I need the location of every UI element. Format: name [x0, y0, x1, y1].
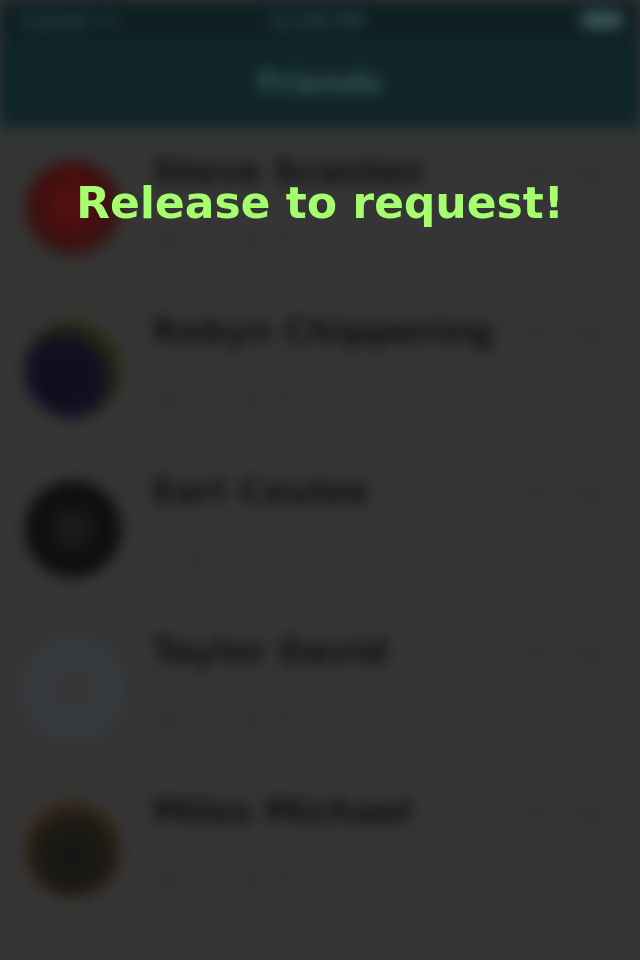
- avatar: [24, 320, 122, 418]
- contact-subtitle: Send a request: [152, 226, 304, 250]
- status-time: 12:00 PM: [270, 9, 364, 33]
- battery-icon: [582, 12, 622, 28]
- status-carrier: Carrier ••: [22, 9, 121, 33]
- blurred-background-app: Carrier •• 12:00 PM Friends Steve Scanlo…: [0, 0, 640, 960]
- contact-list[interactable]: Steve Scanlon 2 days ago Send a request …: [0, 128, 640, 928]
- avatar: [24, 480, 122, 578]
- list-item[interactable]: Taylor David 5 days ago Send a request: [0, 608, 640, 768]
- list-item[interactable]: Miles Michael 6 days ago Send a request: [0, 768, 640, 928]
- contact-subtitle: Send a request: [152, 706, 304, 730]
- avatar: [24, 640, 122, 738]
- contact-time: 6 days ago: [500, 798, 610, 822]
- pull-release-message: Release to request!: [76, 178, 564, 229]
- list-item[interactable]: Earl Coulee 4 days ago 1 request: [0, 448, 640, 608]
- contact-subtitle: 1 request: [152, 546, 248, 570]
- list-item[interactable]: Robyn Chippering 3 days ago Send a reque…: [0, 288, 640, 448]
- contact-time: 4 days ago: [500, 478, 610, 502]
- contact-time: 5 days ago: [500, 638, 610, 662]
- contact-name: Taylor David: [152, 632, 388, 672]
- contact-name: Robyn Chippering: [152, 312, 494, 352]
- nav-title: Friends: [257, 66, 383, 101]
- status-bar: Carrier •• 12:00 PM: [0, 0, 640, 40]
- contact-time: 3 days ago: [500, 318, 610, 342]
- avatar: [24, 800, 122, 898]
- contact-subtitle: Send a request: [152, 866, 304, 890]
- contact-name: Earl Coulee: [152, 472, 369, 512]
- navigation-bar: Friends: [0, 40, 640, 128]
- screen: Carrier •• 12:00 PM Friends Steve Scanlo…: [0, 0, 640, 960]
- contact-subtitle: Send a request: [152, 386, 304, 410]
- contact-name: Miles Michael: [152, 792, 412, 832]
